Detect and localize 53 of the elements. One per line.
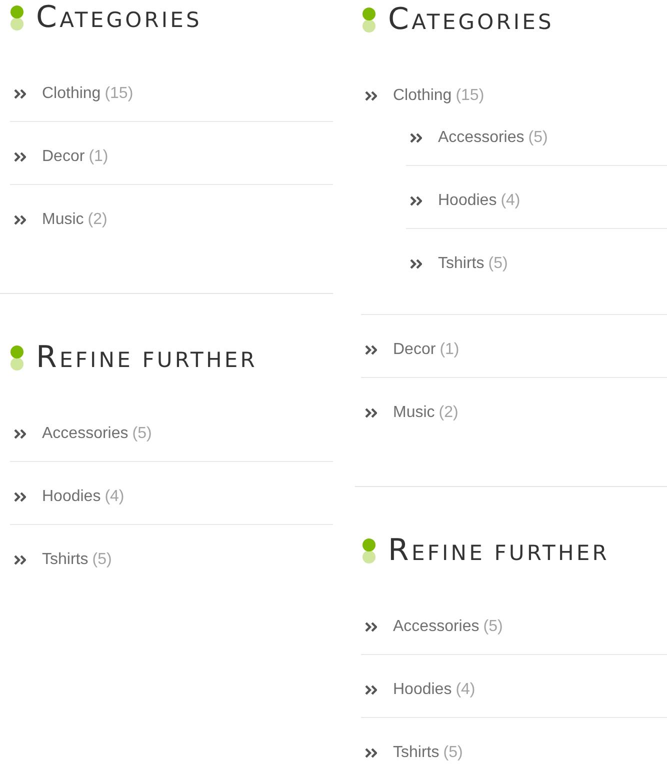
item-count: (15) [456,86,484,106]
bullet-dots-icon [362,7,376,33]
category-link[interactable]: Accessories [393,617,480,637]
category-link[interactable]: Tshirts [438,254,484,274]
category-link[interactable]: Accessories [438,128,524,148]
double-chevron-icon [365,622,377,632]
bullet-dots-icon [362,538,376,564]
double-chevron-icon [14,152,26,162]
category-link[interactable]: Tshirts [42,550,88,570]
double-chevron-icon [14,89,26,99]
double-chevron-icon [365,408,377,418]
category-link[interactable]: Hoodies [393,680,452,700]
category-link[interactable]: Clothing [393,86,452,106]
double-chevron-icon [365,91,377,101]
double-chevron-icon [365,345,377,355]
item-count: (5) [443,743,463,763]
double-chevron-icon [14,492,26,502]
item-count: (1) [88,147,108,167]
category-link[interactable]: Music [393,403,435,423]
item-count: (5) [528,128,548,148]
bullet-dots-icon [10,5,24,31]
double-chevron-icon [14,555,26,565]
item-count: (4) [500,191,520,211]
category-link[interactable]: Hoodies [42,487,101,507]
item-count: (5) [483,617,503,637]
category-link[interactable]: Music [42,210,84,230]
double-chevron-icon [410,259,422,269]
double-chevron-icon [14,215,26,225]
section-heading: REFINE FURTHER [388,536,610,566]
section-heading: CATEGORIES [36,3,202,33]
double-chevron-icon [365,748,377,758]
category-link[interactable]: Decor [42,147,85,167]
item-count: (4) [104,487,124,507]
item-count: (5) [132,424,152,444]
bullet-dots-icon [10,345,24,371]
double-chevron-icon [410,133,422,143]
item-count: (5) [488,254,508,274]
item-count: (1) [440,340,460,360]
double-chevron-icon [14,429,26,439]
category-link[interactable]: Tshirts [393,743,440,763]
item-count: (4) [456,680,476,700]
item-count: (5) [92,550,112,570]
double-chevron-icon [365,685,377,695]
category-link[interactable]: Clothing [42,84,101,104]
category-link[interactable]: Hoodies [438,191,497,211]
section-heading: CATEGORIES [388,5,554,35]
item-count: (2) [438,403,458,423]
item-count: (15) [104,84,134,104]
category-link[interactable]: Decor [393,340,436,360]
item-count: (2) [88,210,108,230]
section-heading: REFINE FURTHER [36,343,258,373]
double-chevron-icon [410,196,422,206]
category-link[interactable]: Accessories [42,424,128,444]
